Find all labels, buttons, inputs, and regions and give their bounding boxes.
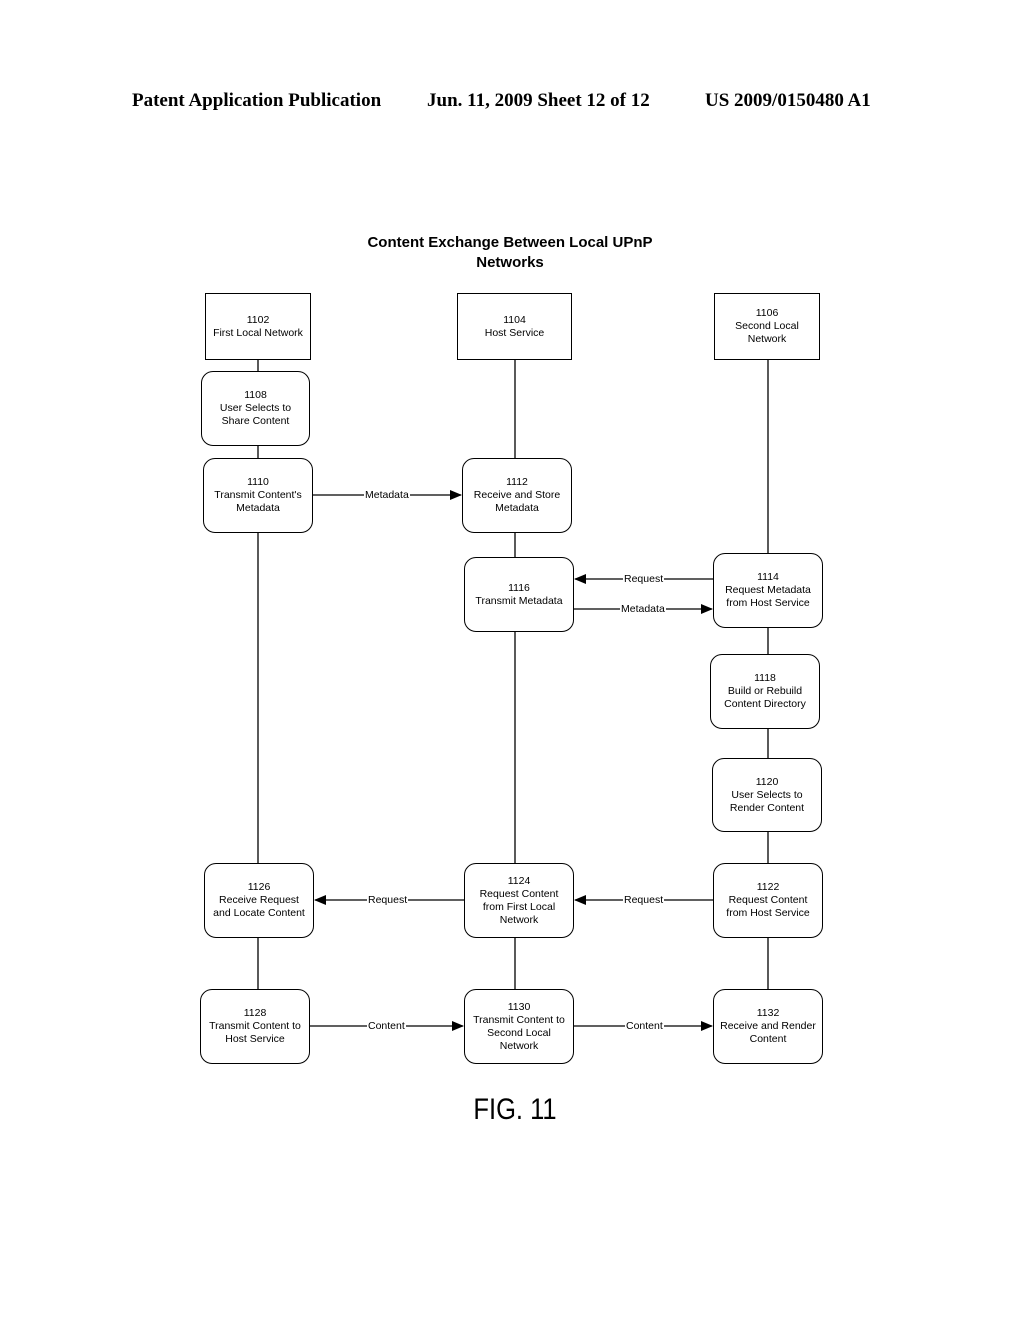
node-1132: 1132 Receive and Render Content bbox=[713, 989, 823, 1064]
node-id: 1124 bbox=[507, 874, 531, 887]
node-text: Receive Request bbox=[219, 894, 299, 906]
edge-label-1114-1116: Request bbox=[623, 573, 665, 585]
node-text: Second Local bbox=[487, 1026, 551, 1039]
node-id: 1118 bbox=[754, 672, 776, 684]
node-id: 1108 bbox=[244, 389, 267, 401]
node-text: Transmit Content to bbox=[209, 1020, 301, 1032]
node-text: Second Local bbox=[735, 320, 799, 332]
node-text: Metadata bbox=[495, 502, 539, 514]
edge-label-1128-1130: Content bbox=[367, 1020, 406, 1032]
node-id: 1130 bbox=[507, 1000, 531, 1013]
node-id: 1114 bbox=[757, 571, 779, 583]
node-id: 1102 bbox=[246, 313, 270, 326]
node-1118: 1118 Build or Rebuild Content Directory bbox=[710, 654, 820, 729]
node-text: Request Metadata bbox=[725, 584, 811, 596]
node-1120: 1120 User Selects to Render Content bbox=[712, 758, 822, 832]
node-text: Metadata bbox=[236, 502, 280, 514]
node-text: Receive and Render bbox=[720, 1020, 816, 1032]
node-text: Share Content bbox=[221, 415, 290, 427]
node-id: 1132 bbox=[756, 1007, 780, 1019]
node-text: Request Content bbox=[728, 894, 808, 906]
node-text: Render Content bbox=[729, 801, 805, 814]
edge-label-1124-1126: Request bbox=[367, 894, 409, 906]
node-text: Content Directory bbox=[724, 698, 806, 710]
node-text: Transmit Content's bbox=[214, 489, 302, 501]
node-1114: 1114 Request Metadata from Host Service bbox=[713, 553, 823, 628]
node-1104-host-service: 1104 Host Service bbox=[457, 293, 572, 360]
node-id: 1110 bbox=[247, 476, 269, 488]
node-id: 1116 bbox=[508, 581, 530, 594]
node-text: Host Service bbox=[225, 1033, 285, 1045]
node-id: 1122 bbox=[756, 881, 780, 893]
node-text: Transmit Metadata bbox=[475, 594, 563, 607]
node-1110: 1110 Transmit Content's Metadata bbox=[203, 458, 313, 533]
node-text: Network bbox=[499, 1039, 539, 1052]
node-text: from First Local bbox=[482, 900, 556, 913]
node-text: Host Service bbox=[484, 326, 545, 339]
node-1112: 1112 Receive and Store Metadata bbox=[462, 458, 572, 533]
node-text: and Locate Content bbox=[213, 907, 305, 919]
node-text: from Host Service bbox=[726, 597, 810, 609]
edge-label-1116-1114: Metadata bbox=[620, 603, 666, 615]
node-1122: 1122 Request Content from Host Service bbox=[713, 863, 823, 938]
node-text: Request Content bbox=[479, 887, 559, 900]
node-text: Content bbox=[749, 1033, 787, 1045]
edge-label-1110-1112: Metadata bbox=[364, 489, 410, 501]
figure-label: FIG. 11 bbox=[473, 1093, 557, 1126]
node-text: Network bbox=[747, 333, 787, 345]
node-text: Network bbox=[499, 913, 539, 926]
node-id: 1112 bbox=[506, 476, 528, 488]
node-text: from Host Service bbox=[726, 907, 810, 919]
node-text: Transmit Content to bbox=[473, 1013, 565, 1026]
node-1124: 1124 Request Content from First Local Ne… bbox=[464, 863, 574, 938]
node-id: 1126 bbox=[247, 881, 271, 893]
node-id: 1106 bbox=[755, 307, 779, 319]
node-text: User Selects to bbox=[731, 788, 803, 801]
node-1130: 1130 Transmit Content to Second Local Ne… bbox=[464, 989, 574, 1064]
node-id: 1128 bbox=[243, 1007, 267, 1019]
edge-label-1122-1124: Request bbox=[623, 894, 665, 906]
node-1116: 1116 Transmit Metadata bbox=[464, 557, 574, 632]
node-1108: 1108 User Selects to Share Content bbox=[201, 371, 310, 446]
node-text: First Local Network bbox=[213, 326, 303, 339]
node-1102-first-local-network: 1102 First Local Network bbox=[205, 293, 311, 360]
node-1106-second-local-network: 1106 Second Local Network bbox=[714, 293, 820, 360]
node-text: Build or Rebuild bbox=[727, 685, 803, 697]
node-1128: 1128 Transmit Content to Host Service bbox=[200, 989, 310, 1064]
node-text: Receive and Store bbox=[473, 489, 561, 501]
node-id: 1120 bbox=[755, 775, 779, 788]
edge-label-1130-1132: Content bbox=[625, 1020, 664, 1032]
node-id: 1104 bbox=[503, 313, 526, 326]
node-1126: 1126 Receive Request and Locate Content bbox=[204, 863, 314, 938]
node-text: User Selects to bbox=[219, 402, 292, 414]
